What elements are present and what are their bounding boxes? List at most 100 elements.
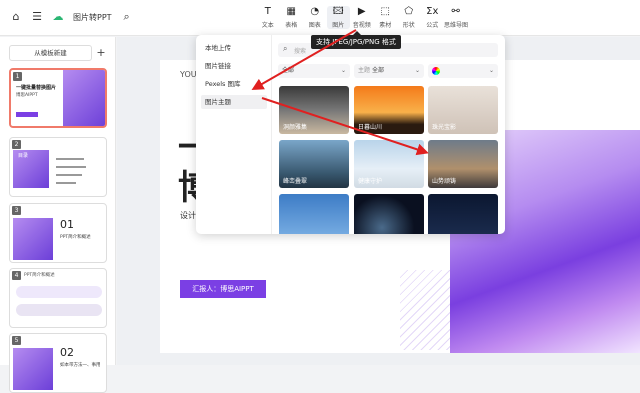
image-caption: 珠光宝影	[432, 124, 457, 131]
theme-image[interactable]: 山势顽铸	[428, 140, 498, 188]
image-caption: 洞颜雅集	[283, 124, 308, 131]
document-title[interactable]: 图片转PPT	[73, 12, 112, 23]
slide-thumbnail[interactable]: 3 01 PPT简介和概述	[9, 203, 107, 263]
image-icon: 🖾	[332, 6, 344, 17]
chevron-down-icon: ⌄	[414, 67, 420, 74]
image-source-menu: 本地上传 图片链接 Pexels 图库 图片主题	[196, 35, 272, 234]
search-icon: ⌕	[283, 44, 288, 53]
mindmap-icon: ⚯	[451, 6, 460, 17]
menu-image-theme[interactable]: 图片主题	[201, 95, 267, 109]
tool-label: 公式	[426, 22, 439, 29]
slide-thumb-graphic	[63, 70, 105, 126]
tool-chart[interactable]: ◔ 图表	[303, 6, 327, 29]
shape-icon: ⬠	[404, 6, 414, 17]
tool-label: 思维导图	[444, 22, 469, 29]
tool-label: 音视频	[352, 22, 371, 29]
theme-image[interactable]	[279, 194, 349, 234]
toc-line	[56, 182, 76, 184]
theme-filter[interactable]: 主题 全部 ⌄	[354, 64, 424, 78]
slide-thumb-big: 02	[60, 346, 74, 359]
toc-line	[56, 166, 86, 168]
chevron-down-icon: ⌄	[488, 67, 494, 74]
image-caption: 山势顽铸	[432, 178, 457, 185]
tool-table[interactable]: ▦ 表格	[280, 6, 304, 29]
slide-number: 3	[12, 206, 21, 215]
tool-mindmap[interactable]: ⚯ 思维导图	[444, 6, 468, 29]
slide-thumb-graphic	[13, 218, 53, 260]
tool-label: 表格	[285, 22, 298, 29]
tool-label: 文本	[261, 22, 274, 29]
theme-image[interactable]: 健康守护	[354, 140, 424, 188]
theme-image[interactable]	[428, 194, 498, 234]
slide-thumb-sub: 如本带方法一、事用	[60, 363, 101, 368]
theme-image[interactable]	[354, 194, 424, 234]
image-caption: 日暮山川	[358, 124, 383, 131]
toolbar-left: ⌂ ☰ ☁ 图片转PPT ⌕	[10, 11, 133, 23]
tool-label: 图片	[332, 22, 345, 29]
theme-image[interactable]: 珠光宝影	[428, 86, 498, 134]
slide-number: 1	[13, 72, 22, 81]
video-icon: ▶	[357, 6, 366, 17]
slide-header-text[interactable]: YOU	[180, 70, 197, 79]
search-placeholder: 搜索	[294, 48, 307, 55]
theme-image[interactable]: 洞颜雅集	[279, 86, 349, 134]
slide-thumb-title: 一键批量替换图片	[16, 85, 57, 91]
slide-number: 2	[12, 140, 21, 149]
tool-formula[interactable]: Σx 公式	[421, 6, 445, 29]
theme-image[interactable]: 日暮山川	[354, 86, 424, 134]
image-caption: 峰峦叠翠	[283, 178, 308, 185]
slide-thumb-big: 01	[60, 218, 74, 231]
chart-icon: ◔	[310, 6, 320, 17]
reporter-label[interactable]: 汇报人：博思AIPPT	[180, 280, 266, 298]
menu-local-upload[interactable]: 本地上传	[201, 41, 267, 55]
format-tooltip: 支持 JPEG/JPG/PNG 格式	[311, 31, 401, 49]
slide-thumb-sub: PPT简介和概述	[60, 235, 91, 240]
home-icon[interactable]: ⌂	[10, 11, 22, 23]
theme-image[interactable]: 峰峦叠翠	[279, 140, 349, 188]
new-from-template-button[interactable]: 从模板新建	[9, 45, 92, 61]
tool-text[interactable]: T 文本	[256, 6, 280, 29]
table-icon: ▦	[286, 6, 296, 17]
search-icon[interactable]: ⌕	[121, 11, 133, 23]
chevron-down-icon: ⌄	[340, 67, 346, 74]
filter-value: 全部	[282, 67, 295, 74]
slide-number: 4	[12, 271, 21, 280]
material-icon: ⬚	[380, 6, 390, 17]
slide-panel: 从模板新建 + 1 一键批量替换图片 博思AIPPT 2 目录 3 01 PPT…	[0, 37, 116, 393]
menu-icon[interactable]: ☰	[31, 11, 43, 23]
slide-thumbnail[interactable]: 5 02 如本带方法一、事用	[9, 333, 107, 393]
menu-image-link[interactable]: 图片链接	[201, 59, 267, 73]
add-slide-button[interactable]: +	[95, 45, 107, 61]
text-icon: T	[264, 6, 271, 17]
filter-prefix: 主题	[358, 67, 371, 74]
slide-thumb-title: PPT简介和概述	[24, 273, 55, 278]
image-caption: 健康守护	[358, 178, 383, 185]
slide-thumbnail[interactable]: 2 目录	[9, 137, 107, 197]
toc-line	[56, 174, 82, 176]
tool-media[interactable]: ▶ 音视频	[350, 6, 374, 29]
slide-thumb-graphic	[13, 348, 53, 390]
slide-thumbnail[interactable]: 4 PPT简介和概述	[9, 268, 107, 328]
tool-shape[interactable]: ⬠ 形状	[397, 6, 421, 29]
tool-label: 图表	[308, 22, 321, 29]
tool-material[interactable]: ⬚ 素材	[374, 6, 398, 29]
slide-subtitle[interactable]: 设计	[180, 210, 196, 221]
slide-thumb-sub: 博思AIPPT	[16, 93, 38, 98]
tool-label: 素材	[379, 22, 392, 29]
insert-tools: T 文本 ▦ 表格 ◔ 图表 🖾 图片 ▶ 音视频 ⬚ 素材 ⬠ 形状 Σx 公式 ⚯ 思维导图	[256, 6, 468, 29]
slide-number: 5	[12, 336, 21, 345]
slide-thumb-bar	[16, 286, 102, 298]
image-insert-popup: 本地上传 图片链接 Pexels 图库 图片主题 ⌕ 搜索 全部 ⌄ 主题 全部…	[196, 35, 505, 234]
tool-image[interactable]: 🖾 图片	[326, 6, 350, 29]
cloud-icon: ☁	[52, 10, 64, 23]
slide-thumbnail[interactable]: 1 一键批量替换图片 博思AIPPT	[9, 68, 107, 128]
toc-line	[56, 158, 84, 160]
formula-icon: Σx	[426, 6, 439, 17]
slide-thumb-bar	[16, 304, 102, 316]
tool-label: 形状	[402, 22, 415, 29]
color-filter[interactable]: ⌄	[428, 64, 498, 78]
top-toolbar: ⌂ ☰ ☁ 图片转PPT ⌕ T 文本 ▦ 表格 ◔ 图表 🖾 图片 ▶ 音视频 ⬚ 素材 …	[0, 0, 640, 36]
menu-pexels[interactable]: Pexels 图库	[201, 77, 267, 91]
category-filter[interactable]: 全部 ⌄	[278, 64, 350, 78]
filter-value: 全部	[371, 67, 384, 74]
